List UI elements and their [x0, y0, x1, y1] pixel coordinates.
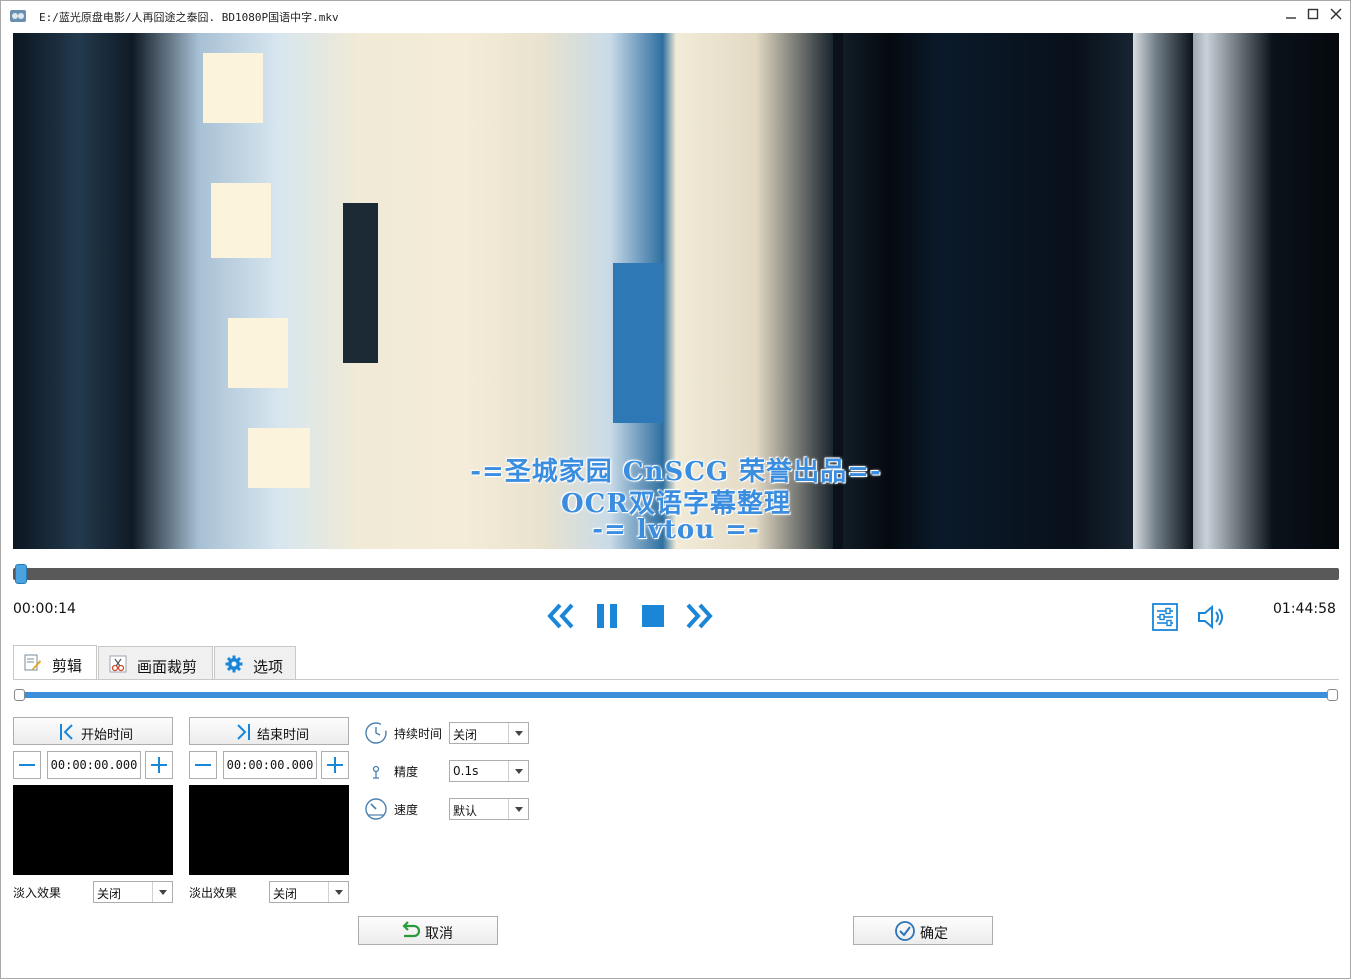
seek-handle[interactable] [15, 564, 27, 584]
close-button[interactable] [1326, 7, 1346, 25]
video-preview[interactable]: -=圣城家园 CnSCG 荣誉出品=- OCR双语字幕整理 -= lvtou =… [13, 33, 1339, 549]
ok-label: 确定 [920, 926, 948, 942]
start-time-label: 开始时间 [81, 728, 134, 743]
total-time: 01:44:58 [1273, 601, 1336, 617]
speed-label: 速度 [394, 803, 419, 817]
end-frame-preview [189, 785, 349, 875]
end-time-input[interactable]: 00:00:00.000 [223, 751, 317, 779]
volume-button[interactable] [1196, 602, 1226, 632]
rewind-icon [547, 603, 574, 629]
film-frame-shape [203, 53, 263, 123]
end-time-label: 结束时间 [257, 728, 310, 743]
precision-icon [372, 765, 380, 779]
fade-in-label: 淡入效果 [13, 886, 62, 900]
film-blue-shape [613, 263, 663, 423]
maximize-button[interactable] [1303, 7, 1323, 25]
minus-icon [19, 764, 35, 766]
fast-forward-button[interactable] [684, 601, 714, 631]
start-frame-preview [13, 785, 173, 875]
cancel-button[interactable]: 取消 [358, 916, 498, 945]
window-title: E:/蓝光原盘电影/人再囧途之泰囧. BD1080P国语中字.mkv [39, 11, 339, 24]
start-marker-icon [60, 724, 73, 740]
rewind-button[interactable] [546, 601, 576, 631]
fade-out-label: 淡出效果 [189, 886, 238, 900]
fade-out-select[interactable]: 关闭 [269, 881, 349, 903]
end-increment-button[interactable] [321, 751, 349, 779]
minus-icon [195, 764, 211, 766]
close-icon [1330, 8, 1342, 20]
volume-icon [1198, 604, 1223, 630]
set-end-time-button[interactable]: 结束时间 [189, 717, 349, 745]
stop-button[interactable] [639, 601, 669, 631]
set-start-time-button[interactable]: 开始时间 [13, 717, 173, 745]
duration-label: 持续时间 [394, 727, 443, 741]
gear-icon [225, 655, 243, 673]
title-bar: E:/蓝光原盘电影/人再囧途之泰囧. BD1080P国语中字.mkv [1, 1, 1350, 31]
app-icon [10, 10, 26, 22]
check-circle-icon [895, 921, 915, 941]
speedometer-icon [365, 798, 387, 820]
tab-edit[interactable]: 剪辑 [13, 645, 97, 680]
speed-value: 默认 [453, 804, 478, 818]
crop-icon [109, 655, 127, 673]
stop-icon [642, 605, 664, 627]
settings-sliders-button[interactable] [1151, 602, 1181, 632]
chevron-down-icon [508, 723, 528, 743]
trim-range-bar[interactable] [19, 692, 1333, 698]
pause-button[interactable] [593, 601, 623, 631]
end-marker-icon [237, 724, 250, 740]
chevron-down-icon [508, 761, 528, 781]
fade-in-select[interactable]: 关闭 [93, 881, 173, 903]
precision-value: 0.1s [453, 764, 479, 778]
tab-options-label: 选项 [253, 658, 284, 676]
film-frame-shape [228, 318, 288, 388]
subtitle-line-3: -= lvtou =- [592, 515, 760, 545]
clock-icon [365, 722, 387, 744]
trim-start-handle[interactable] [14, 689, 25, 701]
trim-end-handle[interactable] [1327, 689, 1338, 701]
end-decrement-button[interactable] [189, 751, 217, 779]
start-time-input[interactable]: 00:00:00.000 [47, 751, 141, 779]
fade-out-value: 关闭 [273, 887, 298, 901]
plus-icon [151, 757, 167, 773]
chevron-down-icon [152, 882, 172, 902]
sliders-icon [1152, 603, 1178, 631]
fade-in-value: 关闭 [97, 887, 122, 901]
minimize-button[interactable] [1281, 7, 1301, 25]
edit-icon [24, 654, 41, 671]
film-shadow-shape [343, 203, 378, 363]
tab-crop-label: 画面裁剪 [137, 658, 198, 676]
precision-select[interactable]: 0.1s [449, 760, 529, 782]
chevron-down-icon [328, 882, 348, 902]
editor-window: E:/蓝光原盘电影/人再囧途之泰囧. BD1080P国语中字.mkv -=圣城家… [0, 0, 1351, 979]
maximize-icon [1307, 8, 1319, 20]
tab-divider [13, 679, 1339, 680]
precision-label: 精度 [394, 765, 419, 779]
duration-select[interactable]: 关闭 [449, 722, 529, 744]
cancel-label: 取消 [425, 926, 453, 942]
duration-value: 关闭 [453, 728, 478, 742]
film-frame-shape [211, 183, 271, 258]
pause-icon [597, 604, 617, 628]
start-decrement-button[interactable] [13, 751, 41, 779]
tab-edit-label: 剪辑 [52, 657, 83, 675]
tab-crop[interactable]: 画面裁剪 [98, 646, 213, 680]
minimize-icon [1286, 17, 1296, 19]
speed-select[interactable]: 默认 [449, 798, 529, 820]
plus-icon [327, 757, 343, 773]
chevron-down-icon [508, 799, 528, 819]
fast-forward-icon [686, 603, 713, 629]
tab-options[interactable]: 选项 [214, 646, 296, 680]
undo-icon [402, 921, 421, 938]
current-time: 00:00:14 [13, 601, 76, 617]
seek-bar[interactable] [13, 568, 1339, 580]
ok-button[interactable]: 确定 [853, 916, 993, 945]
start-increment-button[interactable] [145, 751, 173, 779]
